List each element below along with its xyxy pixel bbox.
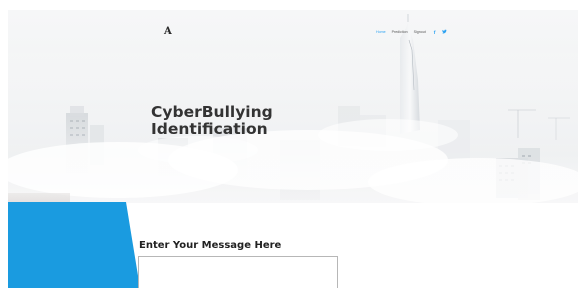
title-line-2: Identification bbox=[151, 120, 268, 138]
blue-decorative-shape bbox=[8, 202, 140, 288]
nav-prediction-link[interactable]: Prediction bbox=[392, 30, 408, 35]
twitter-icon[interactable] bbox=[441, 29, 447, 35]
page: A Home Prediction Signout f CyberBullyin… bbox=[0, 0, 578, 288]
facebook-icon[interactable]: f bbox=[434, 30, 436, 35]
hero-section: A Home Prediction Signout f CyberBullyin… bbox=[8, 10, 578, 203]
main-nav: Home Prediction Signout f bbox=[376, 29, 447, 35]
site-logo[interactable]: A bbox=[164, 27, 172, 37]
nav-signout-link[interactable]: Signout bbox=[414, 30, 426, 35]
message-label: Enter Your Message Here bbox=[139, 240, 282, 251]
nav-home-link[interactable]: Home bbox=[376, 30, 386, 35]
title-line-1: CyberBullying bbox=[151, 103, 273, 121]
message-textarea[interactable] bbox=[138, 256, 338, 288]
page-title: CyberBullying Identification bbox=[151, 104, 351, 138]
